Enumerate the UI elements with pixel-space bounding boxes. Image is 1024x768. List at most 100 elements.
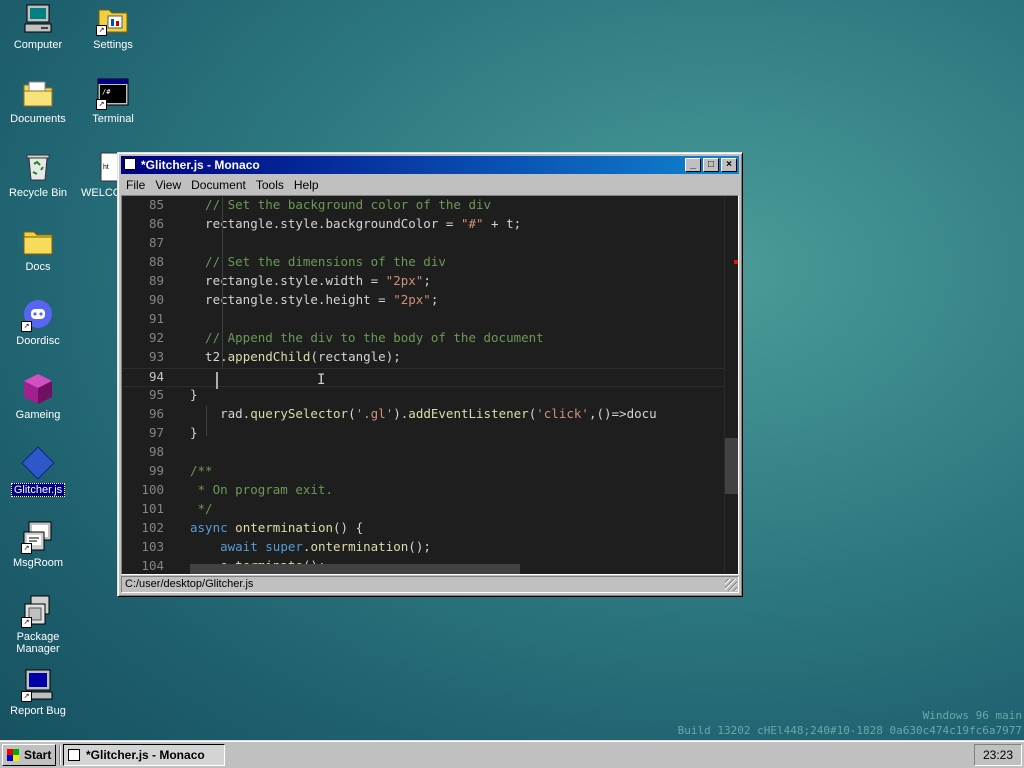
shortcut-arrow-icon: ↗ [21,321,32,332]
documents-folder-icon [21,76,55,110]
menu-view[interactable]: View [150,176,186,192]
code-line[interactable]: 87 [122,235,724,254]
code-line[interactable]: 97} [122,425,724,444]
desktop-icon-terminal[interactable]: /# ↗ Terminal [75,76,151,125]
menu-file[interactable]: File [121,176,150,192]
vertical-scrollbar-thumb[interactable] [725,438,738,494]
line-number: 95 [148,387,164,402]
maximize-button[interactable]: □ [703,158,719,172]
error-marker [734,260,738,264]
code-line[interactable]: 91 [122,311,724,330]
desktop-icon-recycle-bin[interactable]: Recycle Bin [0,150,76,199]
menu-document[interactable]: Document [186,176,251,192]
desktop-icon-glitcher[interactable]: Glitcher.js [0,446,76,497]
code-line[interactable]: 89 rectangle.style.width = "2px"; [122,273,724,292]
system-tray-clock[interactable]: 23:23 [974,744,1022,766]
code-line[interactable]: 100 * On program exit. [122,482,724,501]
menu-help[interactable]: Help [289,176,324,192]
folder-icon [21,224,55,258]
desktop-icon-msgroom[interactable]: ↗ MsgRoom [0,520,76,569]
desktop-icon-settings[interactable]: ↗ Settings [75,2,151,51]
line-number: 98 [148,444,164,459]
taskbar-window-label: *Glitcher.js - Monaco [86,748,205,762]
line-code: rad.querySelector('.gl').addEventListene… [190,406,657,421]
minimize-button[interactable]: _ [685,158,701,172]
desktop-icon-label: Doordisc [16,335,60,347]
app-icon [68,749,80,761]
vertical-scrollbar[interactable] [724,196,738,574]
welcome-document-icon: ht [99,150,120,184]
message-room-icon: ↗ [21,520,55,554]
terminal-icon: /# ↗ [96,76,130,110]
code-line[interactable]: 93 t2.appendChild(rectangle); [122,349,724,368]
taskbar-divider [59,745,61,765]
line-code: rectangle.style.height = "2px"; [190,292,439,307]
line-code: } [190,425,198,440]
line-code: await super.ontermination(); [220,539,431,554]
line-number: 88 [148,254,164,269]
line-number: 103 [141,539,164,554]
taskbar: Start *Glitcher.js - Monaco 23:23 [0,740,1024,768]
desktop-icon-docs[interactable]: Docs [0,224,76,273]
code-line[interactable]: 99 /** [122,463,724,482]
code-line[interactable]: 102 async ontermination() { [122,520,724,539]
shortcut-arrow-icon: ↗ [21,543,32,554]
code-line[interactable]: 98 [122,444,724,463]
code-line[interactable]: 103 await super.ontermination(); [122,539,724,558]
line-number: 86 [148,216,164,231]
line-number: 85 [148,197,164,212]
close-button[interactable]: × [721,158,737,172]
watermark-version: Windows 96 main [922,709,1022,722]
desktop-icon-label: Glitcher.js [10,483,66,497]
diamond-icon [21,446,55,480]
line-number: 92 [148,330,164,345]
line-number: 101 [141,501,164,516]
code-line[interactable]: 95} [122,387,724,406]
desktop-icon-welcome[interactable]: ht WELCO [75,150,121,199]
start-button[interactable]: Start [2,744,56,766]
desktop-icon-label: Computer [13,39,63,51]
recycle-bin-icon [21,150,55,184]
desktop-icon-computer[interactable]: Computer [0,2,76,51]
desktop-icon-package-manager[interactable]: ↗ Package Manager [0,594,76,655]
line-number: 97 [148,425,164,440]
window-titlebar[interactable]: *Glitcher.js - Monaco _ □ × [121,156,739,174]
ibeam-cursor-icon: I [317,372,326,388]
desktop-icon-label: MsgRoom [12,557,64,569]
game-cube-icon [21,372,55,406]
desktop-icon-doordisc[interactable]: ↗ Doordisc [0,298,76,347]
shortcut-arrow-icon: ↗ [21,691,32,702]
code-line[interactable]: 96 rad.querySelector('.gl').addEventList… [122,406,724,425]
taskbar-window-button[interactable]: *Glitcher.js - Monaco [63,744,225,766]
horizontal-scrollbar-thumb[interactable] [190,564,520,574]
desktop-icon-documents[interactable]: Documents [0,76,76,125]
resize-grip-icon[interactable] [725,579,737,591]
shortcut-arrow-icon: ↗ [96,99,107,110]
desktop-icon-label: Package Manager [16,631,60,655]
indent-guide [222,197,223,367]
code-line[interactable]: 92 // Append the div to the body of the … [122,330,724,349]
line-number: 104 [141,558,164,573]
desktop-icon-report-bug[interactable]: ↗ Report Bug [0,668,76,717]
code-line[interactable]: 86 rectangle.style.backgroundColor = "#"… [122,216,724,235]
line-code: rectangle.style.backgroundColor = "#" + … [190,216,522,231]
shortcut-arrow-icon: ↗ [96,25,107,36]
line-number: 87 [148,235,164,250]
desktop-icon-gameing[interactable]: Gameing [0,372,76,421]
code-line[interactable]: 88 // Set the dimensions of the div [122,254,724,273]
menu-bar: File View Document Tools Help [121,176,739,194]
desktop-icon-label: Recycle Bin [8,187,68,199]
editor-window[interactable]: *Glitcher.js - Monaco _ □ × File View Docu… [117,152,743,597]
line-code: } [190,387,198,402]
desktop-icon-label: Settings [93,39,133,51]
menu-tools[interactable]: Tools [251,176,289,192]
code-editor[interactable]: 85 // Set the background color of the di… [121,195,739,575]
code-line[interactable]: 94 [122,368,724,387]
desktop-icon-label: Terminal [92,113,134,125]
line-code: /** [190,463,213,478]
desktop-icon-label: Docs [25,261,51,273]
code-line[interactable]: 85 // Set the background color of the di… [122,197,724,216]
code-line[interactable]: 90 rectangle.style.height = "2px"; [122,292,724,311]
code-line[interactable]: 101 */ [122,501,724,520]
app-icon[interactable] [124,158,136,170]
